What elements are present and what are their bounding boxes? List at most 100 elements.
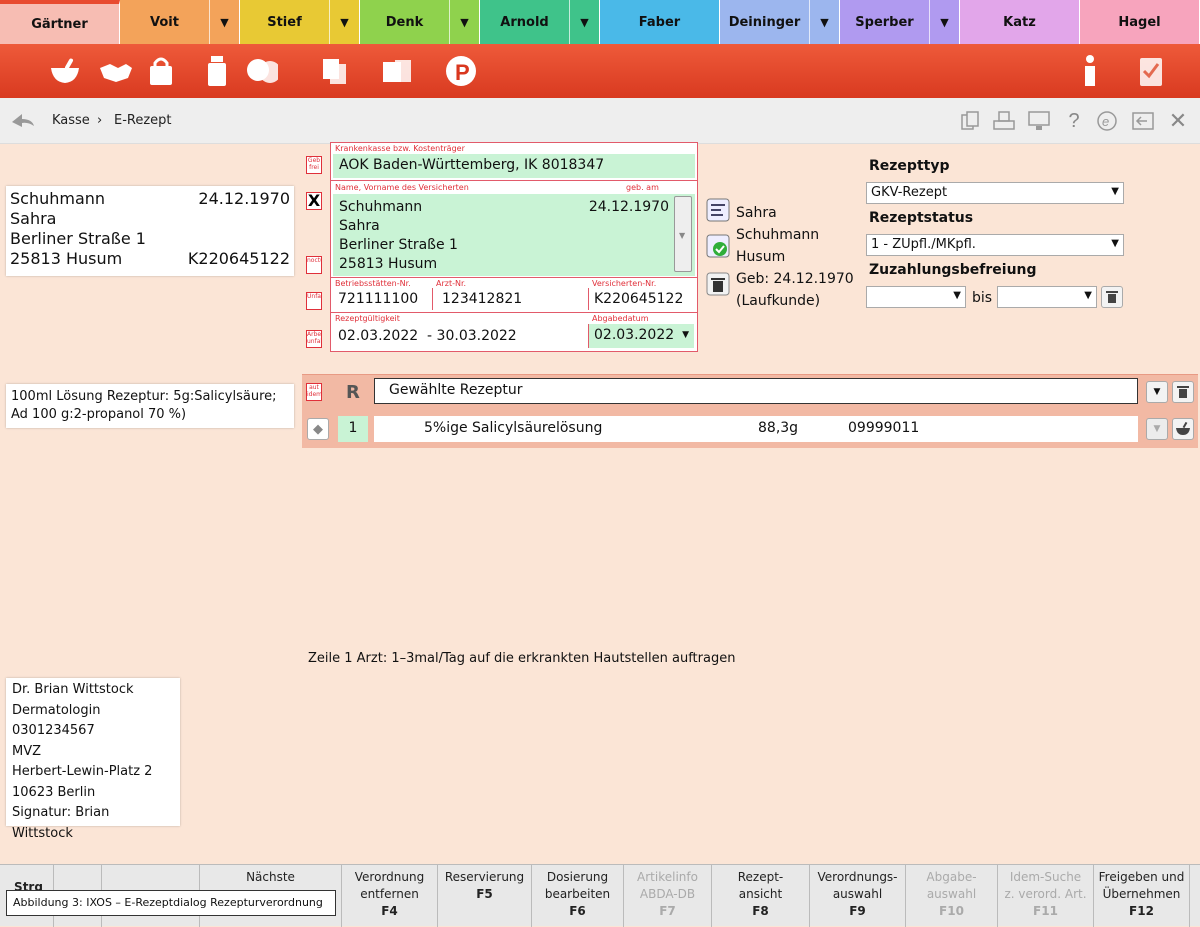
documents-icon[interactable] — [318, 54, 352, 88]
exit-screen-icon[interactable] — [1131, 109, 1155, 133]
customer-last: Schuhmann — [736, 227, 820, 243]
rezeptur-delete-button[interactable] — [1172, 381, 1194, 403]
insured-line-4: 25813 Husum — [339, 256, 438, 272]
mortar-icon[interactable] — [48, 54, 82, 88]
customer-type: (Laufkunde) — [736, 293, 821, 309]
info-icon[interactable] — [1076, 54, 1104, 88]
tab-label: Katz — [1003, 14, 1036, 30]
insured-name-field[interactable]: Schuhmann 24.12.1970 Sahra Berliner Straß… — [333, 194, 695, 276]
fkey-f7[interactable]: Artikelinfo ABDA-DB F7 — [624, 865, 712, 927]
bs-value[interactable]: 721111100 — [338, 291, 418, 307]
fkey-f10[interactable]: Abgabe-auswahl F10 — [906, 865, 998, 927]
customer-first: Sahra — [736, 205, 777, 221]
tab-dropdown-icon[interactable]: ▼ — [209, 0, 239, 44]
tab-deininger[interactable]: Deininger ▼ — [720, 0, 840, 44]
monitor-icon[interactable] — [1027, 109, 1051, 133]
handshake-icon[interactable] — [98, 54, 132, 88]
patient-birth: 24.12.1970 — [198, 189, 290, 208]
row-qty[interactable]: 1 — [338, 416, 368, 442]
row-dropdown-button[interactable]: ▼ — [1146, 418, 1168, 440]
help-icon[interactable]: ? — [1062, 109, 1086, 133]
fkey-l1: Verordnung — [354, 870, 425, 884]
name-scrollbar[interactable]: ▼ — [674, 196, 692, 272]
tab-gärtner[interactable]: Gärtner — [0, 0, 120, 44]
copy-icon[interactable] — [958, 109, 982, 133]
print-icon[interactable] — [992, 109, 1016, 133]
name-label: Name, Vorname des Versicherten — [335, 183, 469, 192]
tab-hagel[interactable]: Hagel — [1080, 0, 1200, 44]
row-select-button[interactable]: ◆ — [307, 418, 329, 440]
rezeptstatus-dropdown-icon: ▼ — [1111, 238, 1119, 249]
contacts-icon[interactable] — [244, 54, 278, 88]
e-icon[interactable]: e — [1095, 109, 1119, 133]
fkey-f6[interactable]: Dosierung bearbeiten F6 — [532, 865, 624, 927]
trash-icon[interactable] — [706, 272, 730, 296]
insured-birth: 24.12.1970 — [588, 199, 669, 215]
fkey-f9[interactable]: Verordnungs-auswahl F9 — [810, 865, 906, 927]
tab-katz[interactable]: Katz — [960, 0, 1080, 44]
tab-label: Voit — [150, 14, 179, 30]
tab-sperber[interactable]: Sperber ▼ — [840, 0, 960, 44]
zuzahlung-to-select[interactable]: ▼ — [997, 286, 1097, 308]
folders-icon[interactable] — [380, 54, 414, 88]
tab-label: Faber — [638, 14, 681, 30]
rezeptur-dropdown-button[interactable]: ▼ — [1146, 381, 1168, 403]
tab-dropdown-icon[interactable]: ▼ — [929, 0, 959, 44]
arzt-value[interactable]: 123412821 — [442, 291, 522, 307]
customer-card-icon[interactable] — [706, 198, 730, 222]
fkey-k: F6 — [569, 904, 586, 918]
kk-field[interactable]: AOK Baden-Württemberg, IK 8018347 — [333, 154, 695, 178]
box-unfall[interactable]: Unfall — [306, 292, 322, 310]
tab-label: Hagel — [1118, 14, 1161, 30]
box-arbeitsunfall[interactable]: Arbeits unfall — [306, 330, 322, 348]
rezeptur-header-field[interactable]: Gewählte Rezeptur — [374, 378, 1138, 404]
fkey-k: F7 — [659, 904, 676, 918]
verified-icon[interactable] — [706, 234, 730, 258]
fkey-f4[interactable]: Verordnung entfernen F4 — [342, 865, 438, 927]
tab-voit[interactable]: Voit ▼ — [120, 0, 240, 44]
patient-street: Berliner Straße 1 — [10, 229, 146, 248]
fkey-f12[interactable]: Freigeben und Übernehmen F12 — [1094, 865, 1190, 927]
medicine-bottle-icon[interactable] — [200, 54, 234, 88]
insured-line-3: Berliner Straße 1 — [339, 237, 458, 253]
zuzahlung-delete-button[interactable] — [1101, 286, 1123, 308]
rezeptur-row[interactable]: 5%ige Salicylsäurelösung 88,3g 09999011 — [374, 416, 1138, 442]
tab-stief[interactable]: Stief ▼ — [240, 0, 360, 44]
breadcrumb-separator: › — [97, 113, 103, 128]
breadcrumb-root[interactable]: Kasse — [52, 113, 90, 128]
tab-faber[interactable]: Faber — [600, 0, 720, 44]
tab-denk[interactable]: Denk ▼ — [360, 0, 480, 44]
rezepttyp-value: GKV-Rezept — [871, 185, 948, 200]
back-arrow-icon[interactable] — [10, 110, 36, 134]
insured-line-1: Schuhmann — [339, 199, 423, 215]
abgabe-dropdown-icon[interactable]: ▼ — [682, 330, 689, 340]
tasks-icon[interactable] — [1136, 54, 1166, 88]
rezeptstatus-select[interactable]: 1 - ZUpfl./MKpfl. ▼ — [866, 234, 1124, 256]
tab-dropdown-icon[interactable]: ▼ — [569, 0, 599, 44]
payback-icon[interactable]: P — [444, 54, 478, 88]
row-mortar-button[interactable] — [1172, 418, 1194, 440]
vers-value[interactable]: K220645122 — [594, 291, 683, 307]
box-noctu[interactable]: noctu — [306, 256, 322, 274]
fkey-l1: Rezept- — [737, 870, 784, 884]
zuzahlung-from-select[interactable]: ▼ — [866, 286, 966, 308]
shopping-bag-icon[interactable] — [144, 54, 178, 88]
box-autidem[interactable]: aut idem — [306, 383, 322, 401]
fkey-f5[interactable]: Reservierung F5 — [438, 865, 532, 927]
fkey-f11[interactable]: Idem-Suche z. verord. Art. F11 — [998, 865, 1094, 927]
tab-dropdown-icon[interactable]: ▼ — [809, 0, 839, 44]
tab-dropdown-icon[interactable]: ▼ — [449, 0, 479, 44]
box-gebfrei[interactable]: Geb frei — [306, 156, 322, 174]
rezeptstatus-label: Rezeptstatus — [869, 210, 974, 226]
fkey-f8[interactable]: Rezept-ansicht F8 — [712, 865, 810, 927]
abgabe-datum[interactable]: 02.03.2022 ▼ — [588, 324, 694, 348]
rezeptstatus-value: 1 - ZUpfl./MKpfl. — [871, 237, 976, 252]
close-icon[interactable]: ✕ — [1166, 109, 1190, 134]
tab-label: Denk — [385, 14, 424, 30]
tab-arnold[interactable]: Arnold ▼ — [480, 0, 600, 44]
insured-line-2: Sahra — [339, 218, 380, 234]
box-x-mark[interactable]: X — [306, 192, 322, 210]
rezepttyp-select[interactable]: GKV-Rezept ▼ — [866, 182, 1124, 204]
tab-dropdown-icon[interactable]: ▼ — [329, 0, 359, 44]
fkey-l1: Abgabe- — [926, 870, 977, 884]
